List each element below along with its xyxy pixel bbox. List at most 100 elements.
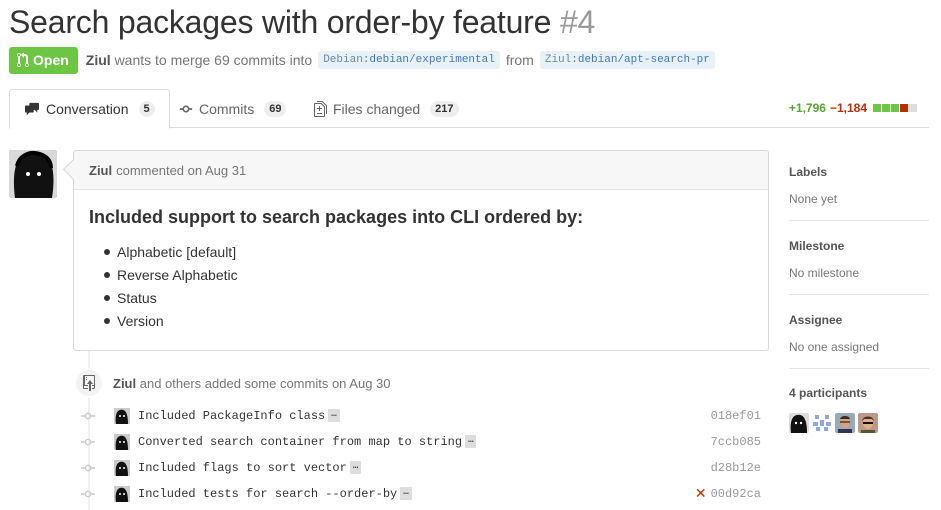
commit-message[interactable]: Included flags to sort vector… [138,461,362,475]
diffstat-block-added [882,104,890,112]
commit-sha[interactable]: 018ef01 [711,409,761,423]
avatar-image [9,150,57,198]
sidebar-participants-title: 4 participants [789,386,868,400]
diffstat-additions: +1,796 [788,101,826,115]
commit-dot-icon [80,464,96,472]
sidebar-assignee-value: No one assigned [789,340,880,354]
comment-author[interactable]: Ziul [89,163,112,178]
head-branch[interactable]: Ziul:debian/apt-search-pr [539,51,715,69]
sidebar-assignee: Assignee No one assigned [789,313,929,354]
commit-sha-group: ✕ 00d92ca [695,486,761,502]
commit-avatar[interactable] [114,434,130,450]
state-label: Open [33,52,69,68]
diffstat-deletions: −1,184 [829,101,867,115]
participant-avatar[interactable] [835,413,855,433]
tab-commits[interactable]: Commits 69 [165,89,300,128]
comment-header: Ziul commented on Aug 31 [74,151,768,190]
commit-sha[interactable]: 00d92ca [711,487,761,501]
pr-meta: Open Ziul wants to merge 69 commits into… [9,46,721,74]
sidebar-milestone: Milestone No milestone [789,239,929,280]
commit-row: Converted search container from map to s… [80,431,761,453]
commit-dot-icon [80,490,96,498]
list-item: Status [89,288,753,311]
commit-sha[interactable]: d28b12e [711,461,761,475]
commit-dot-icon [80,438,96,446]
tab-conversation[interactable]: Conversation 5 [9,89,170,129]
from-text: from [505,52,534,68]
participant-avatar[interactable] [812,413,832,433]
sidebar-divider [789,368,929,369]
repo-push-icon [74,368,104,398]
pr-title-text: Search packages with order-by feature [9,4,552,40]
list-item: Version [89,311,753,334]
pr-number: #4 [559,4,596,40]
comment-discussion-icon [25,102,39,116]
comment-timestamp[interactable]: commented on Aug 31 [116,163,246,178]
tab-files-changed[interactable]: Files changed 217 [300,89,473,128]
commit-message-text: Included tests for search --order-by [138,487,398,501]
avatar[interactable] [9,150,57,198]
push-event-title: Ziul and others added some commits on Au… [113,376,391,391]
diffstat-block-neutral [909,104,917,112]
commit-message-text: Converted search container from map to s… [138,435,463,449]
pr-tabs: Conversation 5 Commits 69 Files changed … [9,89,929,129]
list-item: Alphabetic [default] [89,242,753,265]
expand-commit-button[interactable]: … [400,487,412,501]
participant-avatars [789,413,878,433]
diff-icon [314,100,327,117]
base-branch-user: Debian [323,54,363,66]
sidebar-labels: Labels None yet [789,165,929,206]
sidebar-assignee-title[interactable]: Assignee [789,313,929,327]
list-item: Reverse Alphabetic [89,265,753,288]
commit-row: Included tests for search --order-by… ✕ 0… [80,483,761,505]
merge-description: Ziul wants to merge 69 commits into [86,52,312,68]
commit-avatar[interactable] [114,486,130,502]
build-failed-icon[interactable]: ✕ [695,486,707,502]
commit-avatar[interactable] [114,408,130,424]
commit-message[interactable]: Included PackageInfo class… [138,409,340,423]
commit-dot-icon [80,412,96,420]
diffstat-block-added [891,104,899,112]
base-branch[interactable]: Debian:debian/experimental [318,51,500,69]
sidebar-labels-value: None yet [789,192,838,206]
pr-title: Search packages with order-by feature #4 [9,4,595,41]
tab-files-changed-count: 217 [430,100,459,117]
sidebar-divider [789,220,929,221]
commit-row: Included PackageInfo class… 018ef01 [80,405,761,427]
expand-commit-button[interactable]: … [465,435,477,449]
commit-message[interactable]: Converted search container from map to s… [138,435,477,449]
commit-message-text: Included flags to sort vector [138,461,347,475]
tab-conversation-label: Conversation [46,101,129,117]
participant-avatar[interactable] [858,413,878,433]
commit-sha[interactable]: 7ccb085 [711,435,761,449]
author-link[interactable]: Ziul [86,52,111,68]
sidebar-divider [789,294,929,295]
sidebar-participants: 4 participants [789,386,929,413]
git-pull-request-icon [17,52,29,68]
commit-row: Included flags to sort vector… d28b12e [80,457,761,479]
commit-message[interactable]: Included tests for search --order-by… [138,487,412,501]
push-text: and others added some commits on Aug 30 [139,376,391,391]
diffstat-blocks [873,104,917,112]
tab-conversation-count: 5 [138,101,155,117]
expand-commit-button[interactable]: … [349,461,362,475]
commit-message-text: Included PackageInfo class [138,409,326,423]
head-branch-name: :debian/apt-search-pr [571,54,710,66]
comment-box: Ziul commented on Aug 31 Included suppor… [73,150,769,351]
tab-files-changed-label: Files changed [333,100,421,117]
diffstat-block-deleted [900,104,908,112]
base-branch-name: :debian/experimental [362,54,495,66]
head-branch-user: Ziul [544,54,572,66]
participant-avatar[interactable] [789,413,809,433]
sidebar-milestone-title[interactable]: Milestone [789,239,929,253]
diffstat-block-added [873,104,881,112]
sidebar-labels-title[interactable]: Labels [789,165,929,179]
comment-heading: Included support to search packages into… [89,207,584,227]
push-author[interactable]: Ziul [113,376,136,391]
comment-body: Included support to search packages into… [74,190,768,351]
expand-commit-button[interactable]: … [328,409,340,423]
tab-commits-label: Commits [199,100,255,117]
diffstat[interactable]: +1,796 −1,184 [789,101,917,115]
sidebar-milestone-value: No milestone [789,266,860,280]
commit-avatar[interactable] [114,460,130,476]
